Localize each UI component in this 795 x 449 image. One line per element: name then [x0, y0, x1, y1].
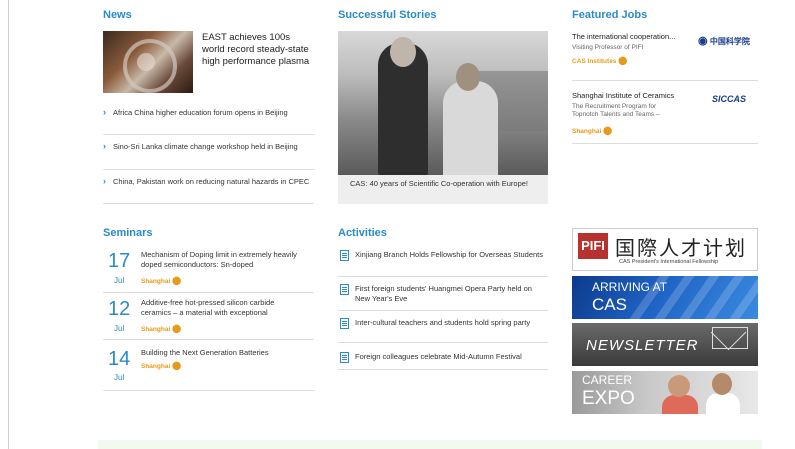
- left-border: [8, 0, 9, 449]
- job-subtitle: The Recruitment Program for Topnotch Tal…: [572, 103, 660, 118]
- arriving-line1: ARRIVING AT: [592, 280, 668, 294]
- pifi-subtitle: CAS President's International Fellowship: [619, 259, 719, 265]
- document-icon: [340, 318, 349, 329]
- location-pin-icon: ⬤: [172, 324, 182, 333]
- job-subtitle: Visiting Professor of PIFI: [572, 44, 644, 51]
- seminar-item[interactable]: 14 Jul Building the Next Generation Batt…: [103, 348, 314, 391]
- activity-item[interactable]: Xinjiang Branch Holds Fellowship for Ove…: [338, 250, 548, 277]
- seminar-location: Shanghai ⬤: [141, 276, 182, 285]
- story-caption-text: CAS: 40 years of Scientific Co-operation…: [350, 179, 529, 188]
- activity-item[interactable]: Foreign colleagues celebrate Mid-Autumn …: [338, 352, 548, 370]
- cas-logo: ◉ 中国科学院: [698, 35, 750, 47]
- seminar-item[interactable]: 17 Jul Mechanism of Doping limit in extr…: [103, 250, 314, 293]
- activity-label: Xinjiang Branch Holds Fellowship for Ove…: [355, 250, 544, 259]
- location-pin-icon: ⬤: [172, 276, 182, 285]
- seminar-month: Jul: [114, 373, 125, 382]
- location-pin-icon: ⬤: [172, 361, 182, 370]
- activity-label: First foreign students' Huangmei Opera P…: [355, 284, 532, 303]
- footer-bar: [98, 440, 762, 449]
- news-headline[interactable]: EAST achieves 100s world record steady-s…: [202, 32, 314, 68]
- career-expo-banner[interactable]: CAREER EXPO: [572, 371, 758, 414]
- news-item[interactable]: › Sino-Sri Lanka climate change workshop…: [103, 141, 314, 170]
- document-icon: [340, 284, 349, 295]
- career-line1: CAREER: [582, 373, 633, 387]
- stories-heading: Successful Stories: [338, 9, 437, 21]
- news-thumbnail[interactable]: [103, 31, 193, 93]
- pifi-banner[interactable]: PIFI 国際人才计划 CAS President's Internationa…: [572, 228, 758, 271]
- newsletter-banner[interactable]: NEWSLETTER: [572, 323, 758, 366]
- news-item[interactable]: › Africa China higher education forum op…: [103, 107, 314, 135]
- arriving-line2: CAS: [592, 295, 627, 314]
- news-item-label: Africa China higher education forum open…: [113, 108, 288, 117]
- news-heading: News: [103, 9, 132, 21]
- job-title: The international cooperation...: [572, 32, 676, 41]
- document-icon: [340, 250, 349, 261]
- newsletter-label: NEWSLETTER: [586, 337, 699, 354]
- job-title: Shanghai Institute of Ceramics: [572, 91, 675, 100]
- seminar-location: Shanghai ⬤: [141, 361, 182, 370]
- seminar-day: 14: [108, 348, 131, 370]
- seminar-month: Jul: [114, 276, 125, 285]
- activity-item[interactable]: First foreign students' Huangmei Opera P…: [338, 284, 548, 311]
- seminar-location: Shanghai ⬤: [141, 324, 182, 333]
- seminars-heading: Seminars: [103, 227, 153, 239]
- jobs-heading: Featured Jobs: [572, 9, 648, 21]
- seminar-item[interactable]: 12 Jul Additive-free hot-pressed silicon…: [103, 298, 314, 340]
- job-location: CAS Institutes ⬤: [572, 56, 628, 65]
- activity-label: Foreign colleagues celebrate Mid-Autumn …: [355, 352, 522, 361]
- story-caption[interactable]: CAS: 40 years of Scientific Co-operation…: [338, 175, 548, 204]
- seminar-title: Building the Next Generation Batteries: [141, 348, 269, 357]
- job-location: Shanghai ⬤: [572, 126, 613, 135]
- activities-heading: Activities: [338, 227, 387, 239]
- chevron-right-icon: ›: [103, 107, 106, 117]
- activity-label: Inter-cultural teachers and students hol…: [355, 318, 531, 327]
- location-pin-icon: ⬤: [603, 126, 613, 135]
- siccas-logo: SICCAS: [712, 94, 747, 104]
- seminar-title: Mechanism of Doping limit in extremely h…: [141, 250, 297, 269]
- arriving-at-cas-banner[interactable]: ARRIVING AT CAS: [572, 276, 758, 319]
- news-item-label: China, Pakistan work on reducing natural…: [113, 177, 310, 186]
- seminar-day: 17: [108, 250, 131, 272]
- document-icon: [340, 352, 349, 363]
- career-line2: EXPO: [582, 388, 635, 409]
- news-item-label: Sino-Sri Lanka climate change workshop h…: [113, 142, 298, 151]
- activity-item[interactable]: Inter-cultural teachers and students hol…: [338, 318, 548, 343]
- pifi-chinese-title: 国際人才计划: [615, 236, 747, 260]
- seminar-title: Additive-free hot-pressed silicon carbid…: [141, 298, 275, 317]
- news-item[interactable]: › China, Pakistan work on reducing natur…: [103, 176, 314, 204]
- seminar-month: Jul: [114, 324, 125, 333]
- envelope-icon: [712, 327, 748, 349]
- location-pin-icon: ⬤: [618, 56, 628, 65]
- seminar-day: 12: [108, 298, 131, 320]
- pifi-logo: PIFI: [578, 233, 608, 259]
- chevron-right-icon: ›: [103, 141, 106, 151]
- chevron-right-icon: ›: [103, 176, 106, 186]
- story-photo[interactable]: [338, 31, 548, 175]
